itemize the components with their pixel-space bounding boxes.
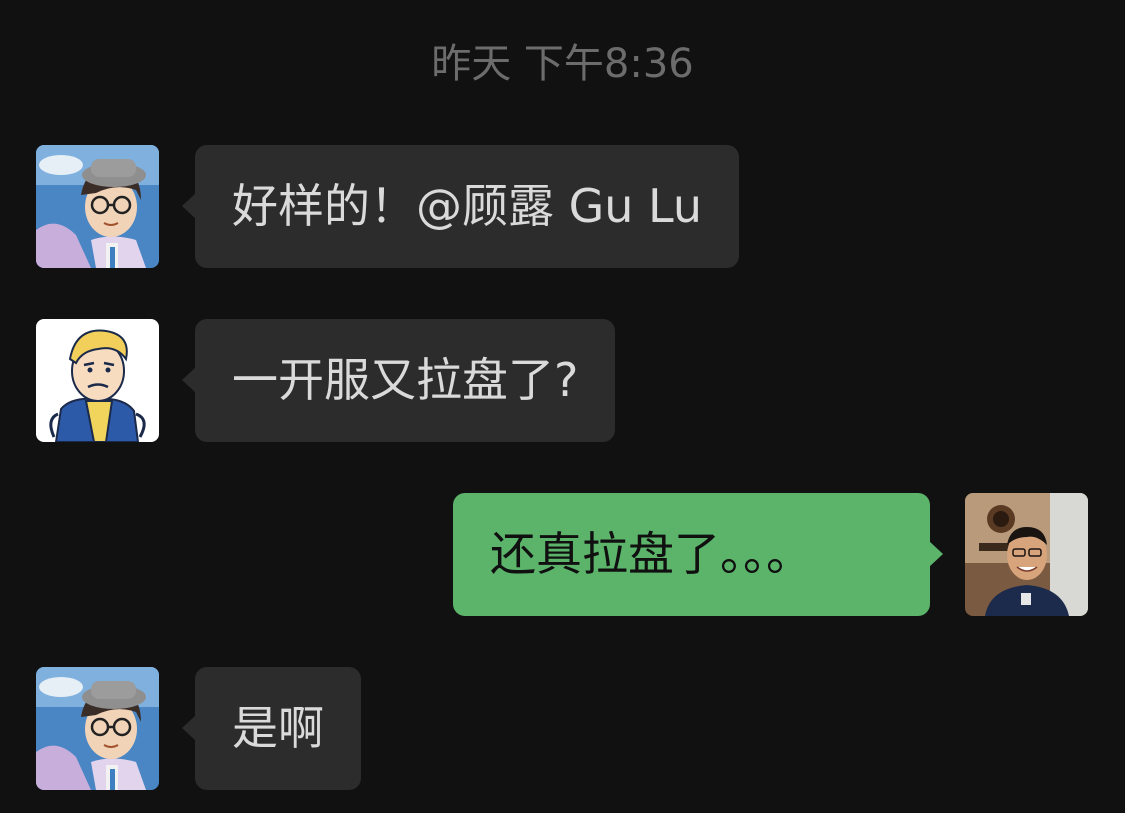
vault-boy-avatar[interactable]	[36, 319, 159, 442]
message-row: 还真拉盘了。。。	[0, 493, 1125, 617]
message-bubble[interactable]: 是啊	[195, 667, 361, 790]
message-bubble[interactable]: 还真拉盘了。。。	[453, 493, 930, 616]
smiling-man-photo-avatar[interactable]	[965, 493, 1088, 616]
message-bubble[interactable]: 好样的！@顾露 Gu Lu	[195, 145, 740, 268]
chat-timestamp: 昨天 下午8:36	[431, 41, 694, 87]
message-row: 好样的！@顾露 Gu Lu	[0, 145, 1125, 269]
bubble-tail	[182, 715, 196, 741]
anime-boy-glasses-avatar[interactable]	[36, 667, 159, 790]
anime-boy-glasses-avatar[interactable]	[36, 145, 159, 268]
bubble-tail	[182, 193, 196, 219]
bubble-tail	[182, 367, 196, 393]
bubble-tail	[929, 541, 943, 567]
message-bubble[interactable]: 一开服又拉盘了?	[195, 319, 616, 442]
message-row: 是啊	[0, 667, 1125, 791]
message-row: 一开服又拉盘了?	[0, 319, 1125, 443]
